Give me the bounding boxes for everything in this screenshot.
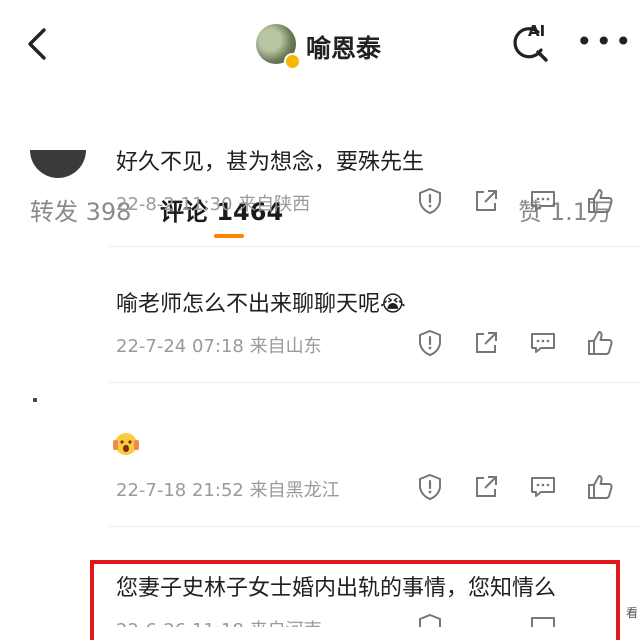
page-title: 喻恩泰 — [306, 34, 382, 63]
comment-list: 好久不见，甚为想念，要殊先生 22-8-2 11:30 来自陕西 喻老师怎么不出… — [0, 150, 640, 627]
highlight-box — [90, 560, 620, 640]
report-icon[interactable] — [416, 473, 444, 501]
more-options-icon[interactable]: ••• — [576, 28, 635, 56]
divider — [108, 246, 640, 247]
edge-text: 看 — [625, 606, 638, 620]
comment-bubble-icon[interactable] — [529, 187, 557, 215]
avatar[interactable] — [30, 150, 86, 178]
ai-label: AI — [528, 22, 546, 40]
report-icon[interactable] — [416, 187, 444, 215]
wow-emoji-icon — [113, 433, 139, 455]
like-icon[interactable] — [586, 187, 614, 215]
avatar-fragment — [33, 398, 37, 402]
share-icon[interactable] — [472, 329, 500, 357]
comment-meta: 22-8-2 11:30 来自陕西 — [116, 194, 311, 215]
top-nav-bar: 喻恩泰 AI ••• — [0, 0, 640, 90]
like-icon[interactable] — [586, 473, 614, 501]
comment-bubble-icon[interactable] — [529, 473, 557, 501]
share-icon[interactable] — [472, 187, 500, 215]
comment-text: 好久不见，甚为想念，要殊先生 — [116, 150, 425, 175]
back-arrow-icon[interactable] — [20, 24, 56, 64]
divider — [108, 526, 640, 527]
comment-meta: 22-7-18 21:52 来自黑龙江 — [116, 480, 340, 501]
like-icon[interactable] — [586, 329, 614, 357]
verified-badge-icon — [284, 53, 301, 70]
share-icon[interactable] — [472, 473, 500, 501]
divider — [108, 382, 640, 383]
tab-bar: 转发 398 评论 1464 赞 1.1万 — [0, 90, 640, 238]
comment-bubble-icon[interactable] — [529, 329, 557, 357]
comment-text: 喻老师怎么不出来聊聊天呢😭 — [116, 292, 406, 317]
report-icon[interactable] — [416, 329, 444, 357]
comment-meta: 22-7-24 07:18 来自山东 — [116, 336, 322, 357]
